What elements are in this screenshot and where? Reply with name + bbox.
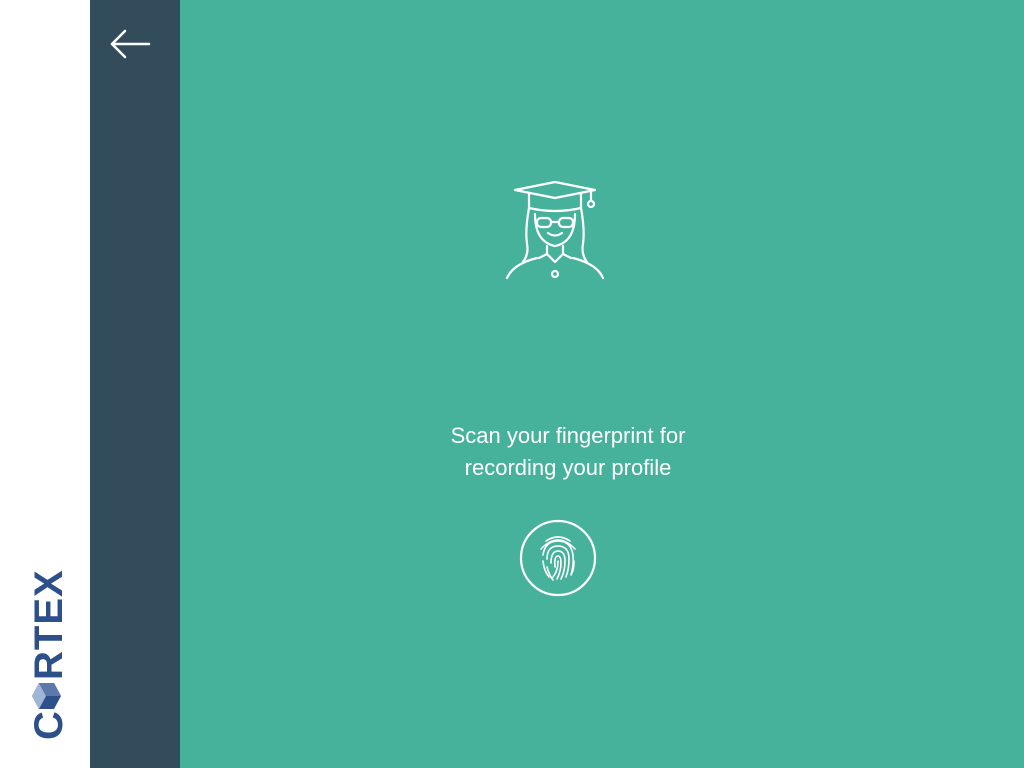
fingerprint-icon	[519, 519, 597, 597]
back-button[interactable]	[106, 22, 154, 66]
arrow-left-icon	[110, 29, 151, 59]
instruction-line-2: recording your profile	[464, 455, 672, 480]
nav-panel	[90, 0, 180, 768]
svg-text:C: C	[27, 710, 71, 740]
cortex-logo-mark: C RTEX	[27, 569, 71, 740]
fingerprint-scan-button[interactable]	[519, 519, 597, 597]
graduate-student-icon	[503, 180, 607, 284]
cortex-logo: C RTEX	[22, 540, 72, 750]
instruction-line-1: Scan your fingerprint for	[450, 423, 686, 448]
instruction-text: Scan your fingerprint for recording your…	[352, 420, 784, 484]
brand-sidebar: C RTEX	[0, 0, 90, 768]
svg-text:RTEX: RTEX	[27, 569, 71, 680]
main-content: Scan your fingerprint for recording your…	[180, 0, 1024, 768]
